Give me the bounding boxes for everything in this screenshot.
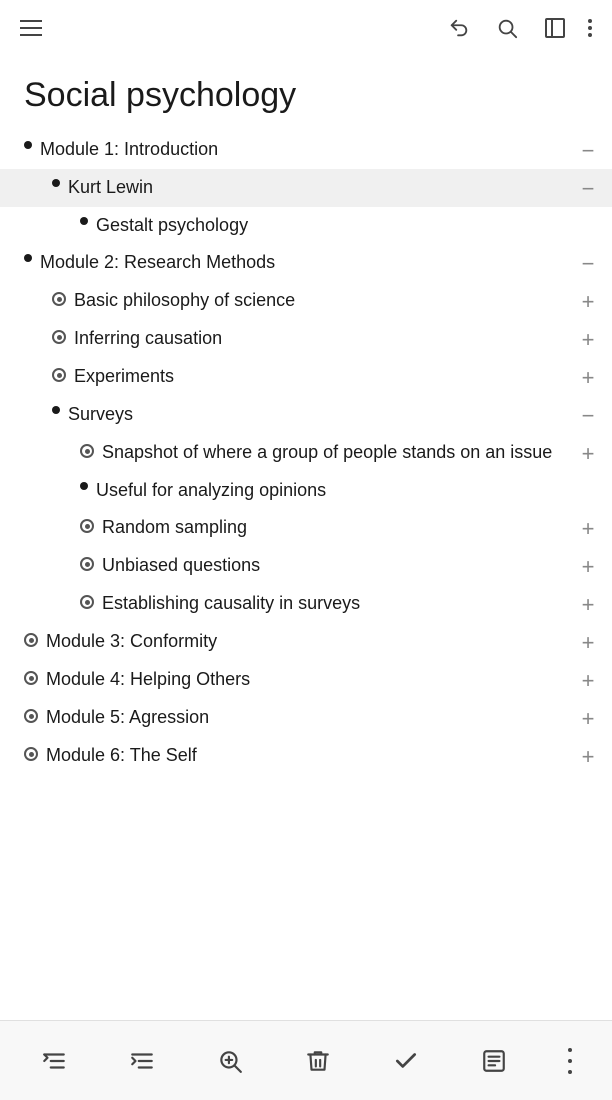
page-title: Social psychology [0,56,612,131]
menu-icon[interactable] [20,20,42,36]
item-text: Unbiased questions [102,552,572,579]
item-bullet [80,217,88,225]
item-bullet [80,557,94,571]
outdent-button[interactable] [32,1039,76,1083]
item-bullet [80,519,94,533]
item-text: Module 1: Introduction [40,136,572,163]
list-item[interactable]: Module 1: Introduction− [0,131,612,169]
item-text: Module 4: Helping Others [46,666,572,693]
back-button[interactable] [444,13,474,43]
item-bullet [24,633,38,647]
collapse-button[interactable]: − [572,401,604,429]
item-text: Useful for analyzing opinions [96,477,572,504]
expand-button[interactable]: + [572,704,604,732]
outline-content: Module 1: Introduction−Kurt Lewin−Gestal… [0,131,612,1095]
item-text: Basic philosophy of science [74,287,572,314]
indent-button[interactable] [120,1039,164,1083]
item-bullet [24,747,38,761]
item-bullet [80,482,88,490]
list-item[interactable]: Experiments+ [0,358,612,396]
item-text: Establishing causality in surveys [102,590,572,617]
list-item[interactable]: Surveys− [0,396,612,434]
delete-button[interactable] [296,1039,340,1083]
item-bullet [52,368,66,382]
item-text: Module 3: Conformity [46,628,572,655]
expand-button[interactable]: + [572,628,604,656]
item-bullet [80,444,94,458]
item-text: Gestalt psychology [96,212,572,239]
item-bullet [24,709,38,723]
expand-button[interactable]: + [572,666,604,694]
top-toolbar [0,0,612,56]
item-text: Random sampling [102,514,572,541]
expand-button[interactable]: + [572,363,604,391]
collapse-button[interactable]: − [572,174,604,202]
expand-button[interactable]: + [572,325,604,353]
expand-button[interactable]: + [572,287,604,315]
list-item[interactable]: Module 5: Agression+ [0,699,612,737]
item-bullet [24,141,32,149]
expand-button[interactable]: + [572,552,604,580]
list-item[interactable]: Random sampling+ [0,509,612,547]
list-item[interactable]: Establishing causality in surveys+ [0,585,612,623]
item-bullet [52,406,60,414]
list-item[interactable]: Inferring causation+ [0,320,612,358]
collapse-button[interactable]: − [572,249,604,277]
note-button[interactable] [472,1039,516,1083]
list-item[interactable]: Kurt Lewin− [0,169,612,207]
item-text: Module 6: The Self [46,742,572,769]
list-item[interactable]: Module 6: The Self+ [0,737,612,775]
list-item[interactable]: Basic philosophy of science+ [0,282,612,320]
list-item[interactable]: Gestalt psychology [0,207,612,244]
expand-button[interactable]: + [572,590,604,618]
more-button[interactable] [588,19,592,37]
search-button[interactable] [492,13,522,43]
item-text: Inferring causation [74,325,572,352]
item-bullet [52,292,66,306]
item-text: Module 2: Research Methods [40,249,572,276]
bottom-more-button[interactable] [560,1038,580,1084]
check-button[interactable] [384,1039,428,1083]
bottom-toolbar [0,1020,612,1100]
item-bullet [52,330,66,344]
book-button[interactable] [540,13,570,43]
list-item[interactable]: Useful for analyzing opinions [0,472,612,509]
zoom-button[interactable] [208,1039,252,1083]
expand-button[interactable]: + [572,439,604,467]
collapse-button[interactable]: − [572,136,604,164]
item-text: Kurt Lewin [68,174,572,201]
list-item[interactable]: Unbiased questions+ [0,547,612,585]
list-item[interactable]: Module 3: Conformity+ [0,623,612,661]
list-item[interactable]: Module 4: Helping Others+ [0,661,612,699]
list-item[interactable]: Snapshot of where a group of people stan… [0,434,612,472]
item-bullet [80,595,94,609]
expand-button[interactable]: + [572,514,604,542]
item-bullet [52,179,60,187]
item-bullet [24,254,32,262]
item-text: Snapshot of where a group of people stan… [102,439,572,466]
item-text: Surveys [68,401,572,428]
list-item[interactable]: Module 2: Research Methods− [0,244,612,282]
item-text: Module 5: Agression [46,704,572,731]
item-bullet [24,671,38,685]
item-text: Experiments [74,363,572,390]
expand-button[interactable]: + [572,742,604,770]
